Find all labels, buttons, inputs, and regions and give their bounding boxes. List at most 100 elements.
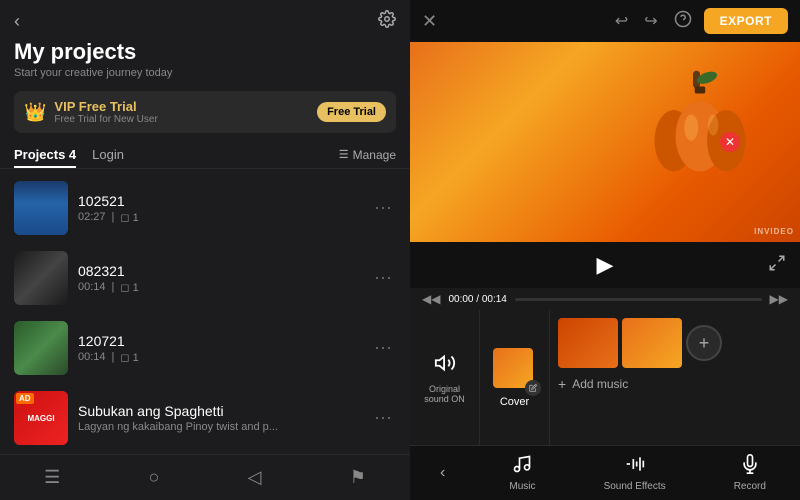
project-name: 082321 (78, 263, 360, 279)
sound-effects-icon (625, 454, 645, 479)
timeline-track[interactable] (515, 298, 762, 301)
tab-projects[interactable]: Projects 4 (14, 141, 76, 168)
list-item[interactable]: 102521 02:27 | ◻ 1 ⋯ (0, 173, 410, 243)
project-clips: ◻ 1 (120, 281, 138, 294)
export-button[interactable]: EXPORT (704, 8, 788, 34)
project-name: 102521 (78, 193, 360, 209)
undo-button[interactable]: ↩ (611, 11, 632, 31)
help-button[interactable] (670, 10, 696, 33)
vip-banner[interactable]: 👑 VIP Free Trial Free Trial for New User… (14, 91, 396, 133)
back-button[interactable]: ‹ (14, 11, 20, 32)
back-nav-icon[interactable]: ◁ (232, 463, 278, 492)
cover-panel[interactable]: Cover (480, 310, 550, 445)
error-badge: ✕ (720, 132, 740, 152)
timeline-current-time: 00:00 / 00:14 (448, 294, 506, 305)
sound-label: Original sound ON (418, 384, 471, 404)
project-description: Lagyan ng kakaibang Pinoy twist and p... (78, 421, 360, 433)
clip-thumbnail[interactable] (622, 318, 682, 368)
more-options-button[interactable]: ⋯ (370, 194, 396, 223)
left-header: ‹ (0, 0, 410, 37)
list-item[interactable]: 082321 00:14 | ◻ 1 ⋯ (0, 243, 410, 313)
manage-icon: ☰ (339, 148, 349, 161)
project-duration: 00:14 (78, 351, 106, 363)
project-name: 120721 (78, 333, 360, 349)
watermark: INVIDEO (754, 227, 794, 236)
project-duration: 02:27 (78, 211, 106, 223)
project-info: Subukan ang Spaghetti Lagyan ng kakaiban… (78, 403, 360, 433)
cover-thumbnail-wrapper (493, 348, 537, 392)
project-list: 102521 02:27 | ◻ 1 ⋯ 082321 00:14 | ◻ 1 (0, 173, 410, 454)
music-nav-item[interactable]: Music (497, 454, 547, 492)
add-clip-button[interactable]: + (686, 325, 722, 361)
record-nav-item[interactable]: Record (722, 454, 778, 492)
editor-nav-back-button[interactable]: ‹ (432, 464, 453, 482)
vip-title: VIP Free Trial (54, 99, 309, 114)
clip-thumbnails: + (558, 318, 792, 368)
more-options-button[interactable]: ⋯ (370, 404, 396, 433)
clip-thumbnail[interactable] (558, 318, 618, 368)
project-info: 120721 00:14 | ◻ 1 (78, 333, 360, 364)
list-item[interactable]: MAGGI AD Subukan ang Spaghetti Lagyan ng… (0, 383, 410, 453)
project-thumbnail (14, 251, 68, 305)
project-duration: 00:14 (78, 281, 106, 293)
preview-background: INVIDEO ✕ (410, 42, 800, 242)
vip-text: VIP Free Trial Free Trial for New User (54, 99, 309, 125)
timeline-right-btn[interactable]: ▶▶ (770, 292, 788, 306)
project-meta: 02:27 | ◻ 1 (78, 211, 360, 224)
record-label: Record (734, 481, 766, 492)
bottom-editor-navigation: ‹ Music Sound Effects (410, 445, 800, 500)
project-meta: 00:14 | ◻ 1 (78, 351, 360, 364)
home-icon[interactable]: ○ (133, 463, 176, 492)
editor-controls: Original sound ON Cover + + (410, 310, 800, 445)
project-name: Subukan ang Spaghetti (78, 403, 360, 419)
project-info: 102521 02:27 | ◻ 1 (78, 193, 360, 224)
list-item[interactable]: 120721 00:14 | ◻ 1 ⋯ (0, 313, 410, 383)
tab-manage[interactable]: ☰ Manage (339, 148, 396, 162)
more-options-button[interactable]: ⋯ (370, 334, 396, 363)
ad-badge: AD (16, 393, 34, 404)
music-icon (512, 454, 532, 479)
play-controls: ▶ (410, 242, 800, 288)
add-music-icon: + (558, 376, 566, 392)
sound-effects-nav-item[interactable]: Sound Effects (592, 454, 678, 492)
menu-icon[interactable]: ☰ (28, 463, 76, 492)
tab-login[interactable]: Login (92, 141, 124, 168)
music-label: Music (509, 481, 535, 492)
left-panel: ‹ My projects Start your creative journe… (0, 0, 410, 500)
project-thumbnail: MAGGI AD (14, 391, 68, 445)
page-subtitle: Start your creative journey today (0, 67, 410, 87)
redo-button[interactable]: ↪ (640, 11, 661, 31)
right-panel: ✕ ↩ ↪ EXPORT (410, 0, 800, 500)
record-icon (740, 454, 760, 479)
settings-icon[interactable] (378, 10, 396, 33)
profile-icon[interactable]: ⚑ (334, 463, 382, 492)
close-button[interactable]: ✕ (422, 11, 437, 32)
vip-crown-icon: 👑 (24, 102, 46, 123)
video-preview: INVIDEO ✕ (410, 42, 800, 242)
vip-free-trial-button[interactable]: Free Trial (317, 102, 386, 122)
pumpkin-illustration (640, 62, 760, 202)
manage-label: Manage (353, 148, 396, 162)
project-thumbnail (14, 321, 68, 375)
timeline-left-btn[interactable]: ◀◀ (422, 292, 440, 306)
add-music-row[interactable]: + Add music (558, 376, 792, 392)
editor-header: ✕ ↩ ↪ EXPORT (410, 0, 800, 42)
timeline-bar: ◀◀ 00:00 / 00:14 ▶▶ (410, 288, 800, 310)
list-item[interactable]: NEW Demo Project 00:13 | ◻ 8 ↓ (0, 453, 410, 454)
project-thumbnail (14, 181, 68, 235)
projects-tabs: Projects 4 Login ☰ Manage (0, 141, 410, 169)
vip-subtitle: Free Trial for New User (54, 114, 309, 125)
clips-area: + + Add music (550, 310, 800, 445)
more-options-button[interactable]: ⋯ (370, 264, 396, 293)
fullscreen-button[interactable] (768, 254, 786, 277)
project-info: 082321 00:14 | ◻ 1 (78, 263, 360, 294)
sound-icon (434, 352, 456, 380)
project-clips: ◻ 1 (120, 211, 138, 224)
sound-panel[interactable]: Original sound ON (410, 310, 480, 445)
project-clips: ◻ 1 (120, 351, 138, 364)
add-music-label: Add music (572, 377, 628, 391)
page-title: My projects (0, 37, 410, 67)
bottom-navigation: ☰ ○ ◁ ⚑ (0, 454, 410, 500)
play-button[interactable]: ▶ (597, 252, 614, 278)
sound-effects-label: Sound Effects (604, 481, 666, 492)
